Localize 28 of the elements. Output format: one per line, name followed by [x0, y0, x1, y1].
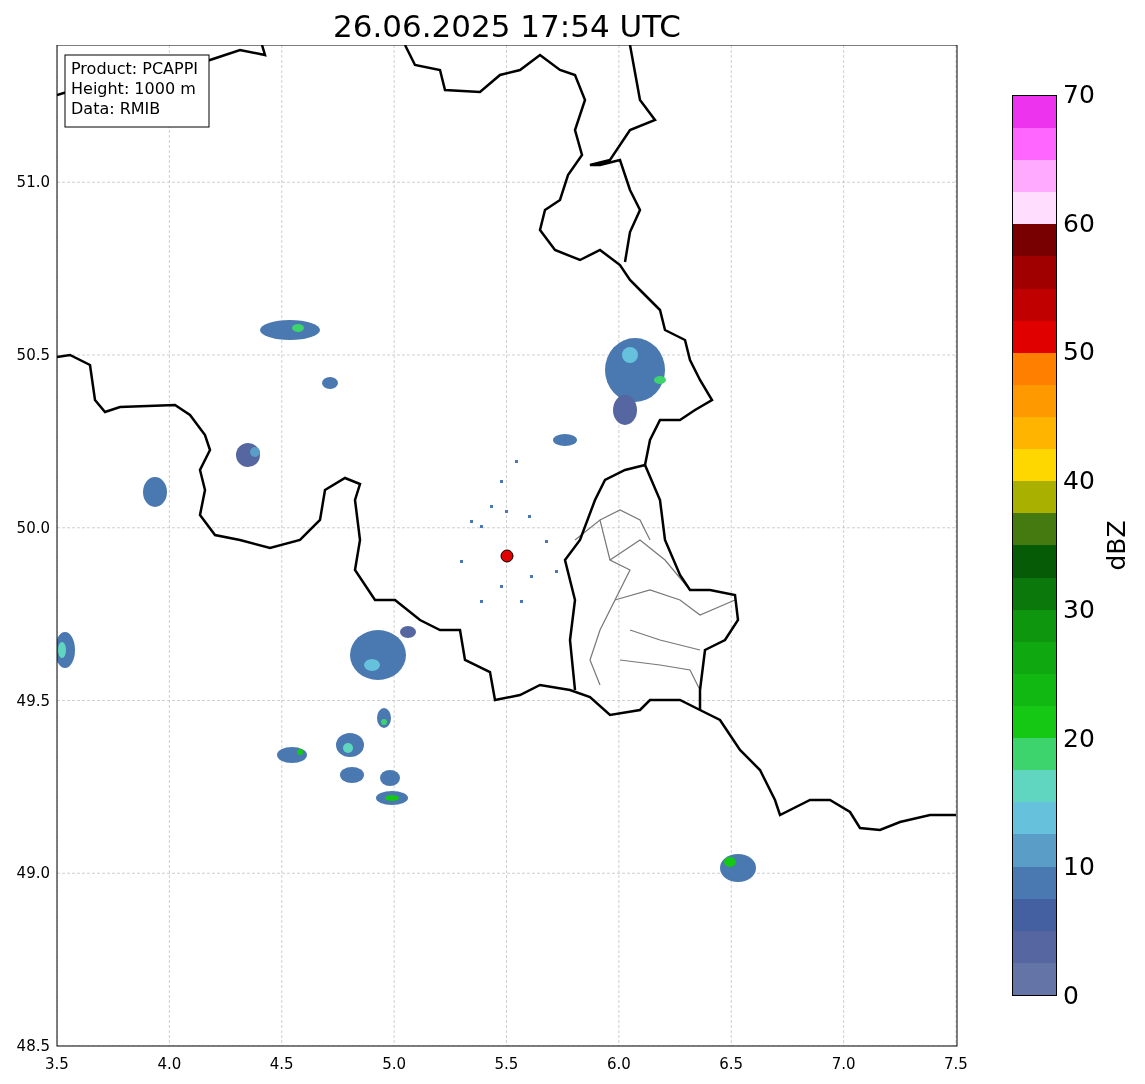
- y-tick-label: 50.5: [16, 346, 50, 364]
- x-tick-label: 7.0: [831, 1055, 856, 1073]
- x-tick-label: 5.0: [382, 1055, 407, 1073]
- y-tick-label: 49.0: [16, 864, 50, 883]
- colorbar-unit-label: dBZ: [1101, 520, 1131, 571]
- colorbar-tick-label: 70: [1063, 81, 1095, 109]
- x-tick-label: 7.5: [944, 1055, 968, 1073]
- colorbar-tick-label: 20: [1063, 724, 1095, 753]
- colorbar-tick-label: 10: [1063, 853, 1095, 882]
- info-text: Height: 1000 m: [71, 79, 196, 98]
- x-tick-label: 4.0: [157, 1055, 182, 1073]
- y-tick-label: 48.5: [16, 1037, 50, 1055]
- colorbar-tick-label: 60: [1063, 209, 1095, 238]
- info-text: Data: RMIB: [71, 99, 161, 118]
- x-tick-label: 4.5: [269, 1055, 294, 1073]
- colorbar-tick-label: 50: [1063, 338, 1095, 367]
- x-tick-label: 6.0: [606, 1055, 631, 1073]
- chart-title: 26.06.2025 17:54 UTC: [332, 7, 682, 45]
- y-tick-label: 50.0: [16, 518, 50, 537]
- x-tick-label: 3.5: [45, 1055, 69, 1073]
- x-tick-label: 5.5: [494, 1055, 519, 1073]
- colorbar-tick-label: 0: [1063, 982, 1079, 1010]
- y-tick-label: 51.0: [16, 173, 50, 192]
- info-text: Product: PCAPPI: [71, 59, 198, 78]
- colorbar-tick-label: 40: [1063, 467, 1095, 496]
- x-tick-label: 6.5: [719, 1055, 744, 1073]
- colorbar-tick-label: 30: [1063, 595, 1095, 624]
- y-tick-label: 49.5: [16, 691, 50, 710]
